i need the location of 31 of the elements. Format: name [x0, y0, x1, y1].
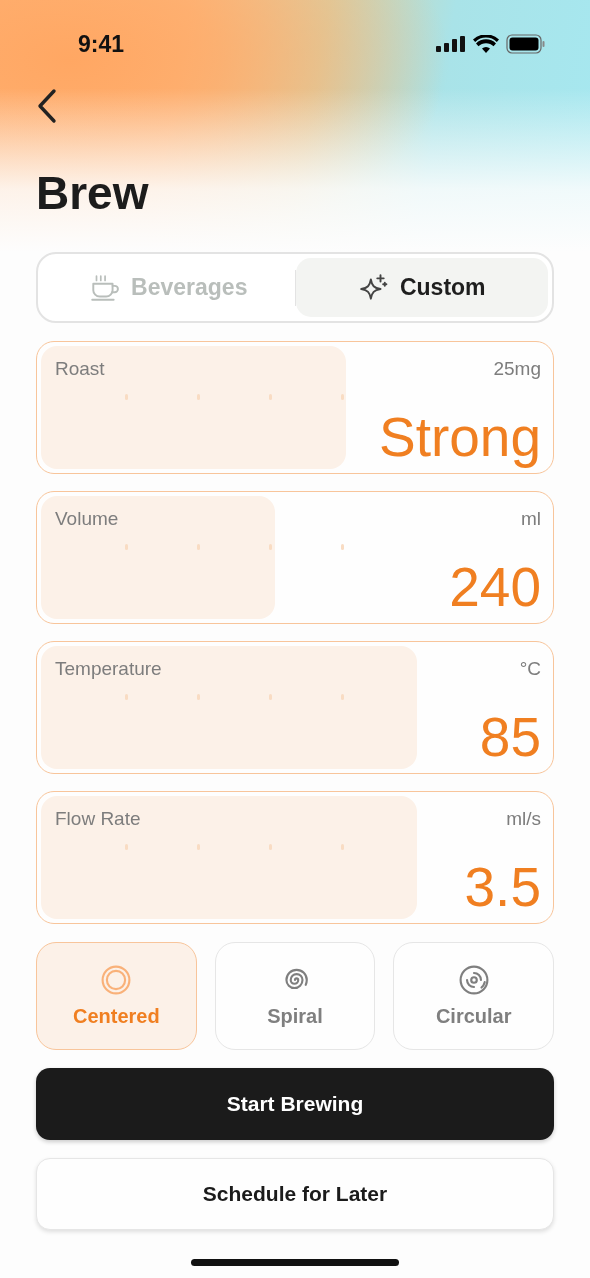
- pattern-option[interactable]: Circular: [393, 942, 554, 1050]
- page-title: Brew: [36, 170, 150, 216]
- setting-unit: ml/s: [506, 808, 541, 830]
- cup-icon: [89, 272, 120, 303]
- setting-value: 240: [449, 560, 541, 615]
- concentric-circles-icon: [101, 964, 132, 995]
- setting-value: 3.5: [464, 860, 541, 915]
- circular-icon: [458, 964, 489, 995]
- setting-label: Roast: [55, 358, 105, 380]
- setting-slider[interactable]: Volume ml 240: [36, 491, 554, 624]
- setting-unit: 25mg: [493, 358, 541, 380]
- status-time: 9:41: [77, 30, 125, 58]
- pattern-option[interactable]: Centered: [36, 942, 197, 1050]
- battery-icon: [506, 34, 546, 54]
- setting-unit: ml: [520, 508, 541, 530]
- schedule-button[interactable]: Schedule for Later: [36, 1158, 554, 1230]
- setting-slider[interactable]: Roast 25mg Strong: [36, 341, 554, 474]
- back-icon[interactable]: [36, 88, 58, 124]
- setting-value: 85: [479, 710, 541, 765]
- setting-label: Temperature: [55, 658, 162, 680]
- tab[interactable]: Custom: [295, 258, 548, 317]
- setting-slider[interactable]: Flow Rate ml/s 3.5: [36, 791, 554, 924]
- setting-slider[interactable]: Temperature °C 85: [36, 641, 554, 774]
- setting-label: Flow Rate: [55, 808, 141, 830]
- pattern-option[interactable]: Spiral: [214, 942, 376, 1050]
- setting-unit: °C: [519, 658, 541, 680]
- start-brewing-button[interactable]: Start Brewing: [36, 1068, 554, 1140]
- wifi-icon: [473, 35, 499, 53]
- sparkle-icon: [357, 272, 388, 303]
- signal-icon: [436, 36, 466, 52]
- setting-label: Volume: [55, 508, 119, 530]
